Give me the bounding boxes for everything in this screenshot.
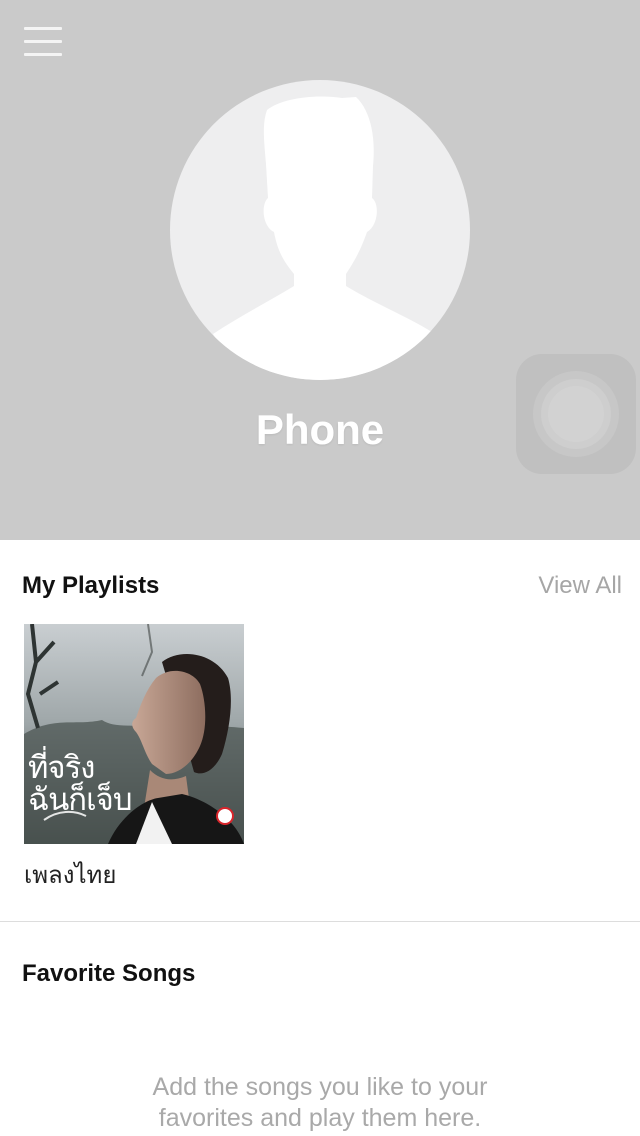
cover-title-text: ที่จริง ฉันก็เจ็บ [28,750,133,818]
playlist-card[interactable]: ที่จริง ฉันก็เจ็บ เพลงไทย [24,624,244,890]
user-silhouette-icon [213,96,432,380]
view-all-playlists-link[interactable]: View All [538,571,622,601]
avatar[interactable] [170,80,470,380]
channel-logo-icon [216,807,234,825]
assistive-touch-button[interactable] [516,354,636,474]
assistive-touch-center [548,386,604,442]
favorite-songs-title: Favorite Songs [22,960,196,987]
playlist-cover-image: ที่จริง ฉันก็เจ็บ [24,624,244,844]
favorites-empty-message: Add the songs you like to your favorites… [152,1073,488,1132]
playlist-name: เพลงไทย [24,861,117,889]
my-playlists-title: My Playlists [22,572,160,599]
section-divider [0,921,640,922]
hamburger-menu-icon[interactable] [24,26,62,58]
